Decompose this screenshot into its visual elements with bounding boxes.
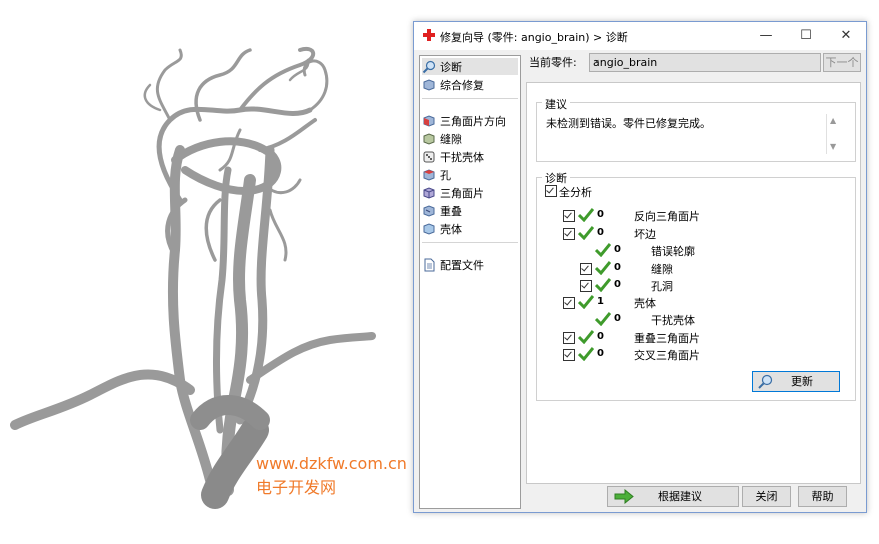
nav-label: 缝隙 xyxy=(440,132,462,146)
magnifier-icon xyxy=(422,60,436,73)
wizard-nav: 诊断 综合修复 三角面片方向 缝隙 干扰壳体 孔 三角面片 重叠 壳体 配置文件 xyxy=(419,55,521,509)
row-checkbox[interactable] xyxy=(563,332,575,344)
row-checkbox[interactable] xyxy=(563,297,575,309)
row-checkbox[interactable] xyxy=(580,263,592,275)
nav-item-diagnosis[interactable]: 诊断 xyxy=(422,58,518,75)
advice-group xyxy=(536,102,856,162)
nav-label: 配置文件 xyxy=(440,258,484,272)
row-checkbox[interactable] xyxy=(563,210,575,222)
document-icon xyxy=(424,258,435,271)
help-button[interactable]: 帮助 xyxy=(798,486,847,507)
row-count: 0 xyxy=(614,262,621,273)
nav-label: 干扰壳体 xyxy=(440,150,484,164)
apply-advice-label: 根据建议 xyxy=(658,490,702,503)
row-label: 交叉三角面片 xyxy=(634,349,700,362)
row-count: 0 xyxy=(614,313,621,324)
green-check-icon xyxy=(595,278,611,292)
apply-advice-button[interactable]: 根据建议 xyxy=(607,486,739,507)
row-count: 0 xyxy=(597,227,604,238)
row-label: 重叠三角面片 xyxy=(634,332,700,345)
title-bar[interactable]: 修复向导 (零件: angio_brain) > 诊断 — ☐ ✕ xyxy=(414,22,866,50)
red-cross-icon xyxy=(423,29,435,41)
row-count: 0 xyxy=(614,244,621,255)
cube-red-icon xyxy=(423,114,435,127)
close-button[interactable]: 关闭 xyxy=(742,486,791,507)
advice-text: 未检测到错误。零件已修复完成。 xyxy=(546,117,711,130)
dice-icon xyxy=(423,151,435,162)
nav-divider xyxy=(422,98,518,99)
chevron-down-icon: ⌄ xyxy=(593,55,601,65)
row-count: 0 xyxy=(597,209,604,220)
scroll-up-icon[interactable]: ▲ xyxy=(830,116,836,125)
row-count: 0 xyxy=(597,331,604,342)
cube-triangle-icon xyxy=(423,186,435,199)
green-check-icon xyxy=(595,243,611,257)
nav-item-triangle-orientation[interactable]: 三角面片方向 xyxy=(422,112,518,129)
nav-label: 重叠 xyxy=(440,204,462,218)
row-checkbox[interactable] xyxy=(563,349,575,361)
green-check-icon xyxy=(578,330,594,344)
update-label: 更新 xyxy=(791,375,813,388)
next-part-button[interactable]: 下一个 xyxy=(823,53,861,72)
nav-item-profile[interactable]: 配置文件 xyxy=(422,256,518,273)
scroll-down-icon[interactable]: ▼ xyxy=(830,142,836,151)
nav-item-shell[interactable]: 壳体 xyxy=(422,220,518,237)
row-label: 壳体 xyxy=(634,297,656,310)
advice-title: 建议 xyxy=(542,96,570,112)
maximize-button[interactable]: ☐ xyxy=(786,22,826,50)
repair-wizard-dialog: 修复向导 (零件: angio_brain) > 诊断 — ☐ ✕ 诊断 综合修… xyxy=(413,21,867,513)
green-check-icon xyxy=(578,208,594,222)
row-label: 错误轮廓 xyxy=(651,245,695,258)
nav-label: 三角面片 xyxy=(440,186,484,200)
nav-label: 三角面片方向 xyxy=(440,114,506,128)
watermark-name: 电子开发网 xyxy=(256,478,337,497)
current-part-label: 当前零件: xyxy=(529,56,577,69)
nav-label: 诊断 xyxy=(440,60,462,74)
nav-item-overlap[interactable]: 重叠 xyxy=(422,202,518,219)
nav-divider xyxy=(422,242,518,243)
row-label: 干扰壳体 xyxy=(651,314,695,327)
row-label: 反向三角面片 xyxy=(634,210,700,223)
minimize-button[interactable]: — xyxy=(746,22,786,50)
cube-shell-icon xyxy=(423,222,435,235)
green-check-icon xyxy=(578,226,594,240)
nav-item-auto-repair[interactable]: 综合修复 xyxy=(422,76,518,93)
advice-scrollbar[interactable]: ▲ ▼ xyxy=(826,114,842,154)
nav-item-triangles[interactable]: 三角面片 xyxy=(422,184,518,201)
nav-item-hole[interactable]: 孔 xyxy=(422,166,518,183)
current-part-select[interactable]: angio_brain ⌄ xyxy=(589,53,821,72)
row-label: 缝隙 xyxy=(651,263,673,276)
cube-overlap-icon xyxy=(423,204,435,217)
row-label: 孔洞 xyxy=(651,280,673,293)
watermark: www.dzkfw.com.cn 电子开发网 xyxy=(256,452,407,500)
watermark-url: www.dzkfw.com.cn xyxy=(256,454,407,473)
dialog-title: 修复向导 (零件: angio_brain) > 诊断 xyxy=(440,31,628,44)
magnifier-icon xyxy=(758,374,773,389)
row-label: 坏边 xyxy=(634,228,656,241)
green-arrow-icon xyxy=(614,489,634,504)
green-check-icon xyxy=(595,261,611,275)
cube-hole-icon xyxy=(423,168,435,181)
full-analysis-label: 全分析 xyxy=(559,186,592,199)
row-checkbox[interactable] xyxy=(580,280,592,292)
green-check-icon xyxy=(595,312,611,326)
cube-icon xyxy=(423,78,435,91)
nav-label: 综合修复 xyxy=(440,78,484,92)
row-count: 1 xyxy=(597,296,604,307)
close-window-button[interactable]: ✕ xyxy=(826,22,866,50)
nav-item-gap[interactable]: 缝隙 xyxy=(422,130,518,147)
green-check-icon xyxy=(578,347,594,361)
row-count: 0 xyxy=(597,348,604,359)
nav-label: 壳体 xyxy=(440,222,462,236)
cube-gap-icon xyxy=(423,132,435,145)
row-count: 0 xyxy=(614,279,621,290)
full-analysis-checkbox[interactable] xyxy=(545,185,557,197)
nav-item-interfering-shell[interactable]: 干扰壳体 xyxy=(422,148,518,165)
row-checkbox[interactable] xyxy=(563,228,575,240)
nav-label: 孔 xyxy=(440,168,451,182)
update-button[interactable]: 更新 xyxy=(752,371,840,392)
green-check-icon xyxy=(578,295,594,309)
